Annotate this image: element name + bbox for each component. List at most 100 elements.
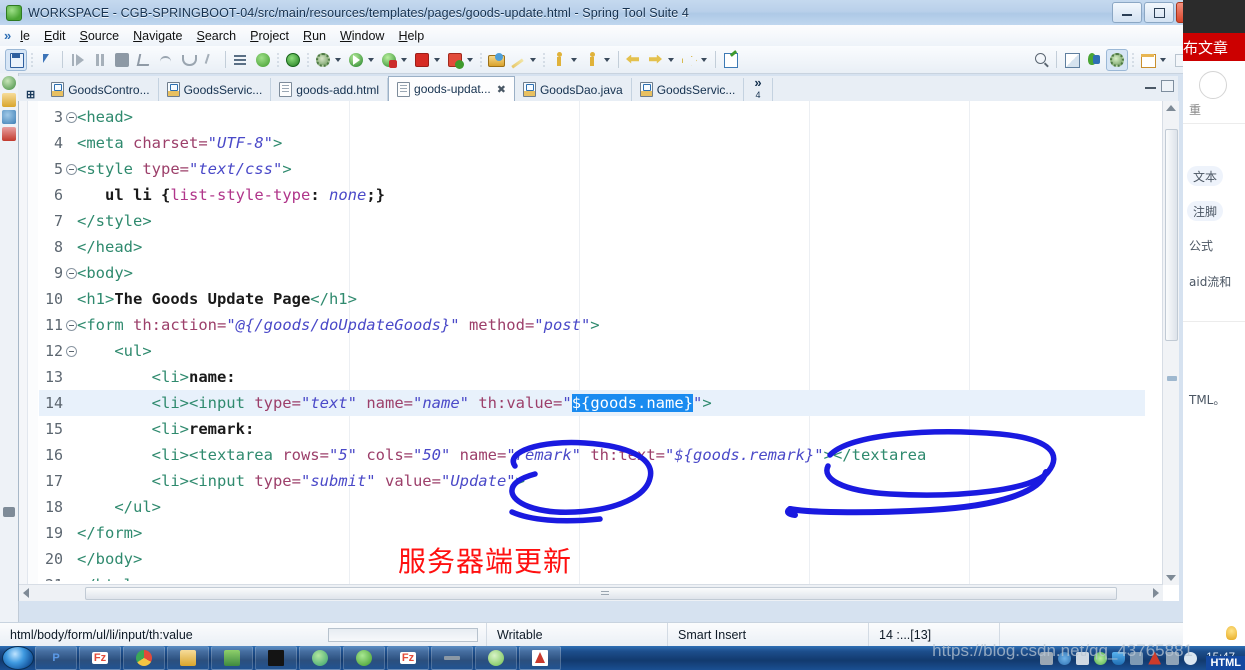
pencil-dropdown-icon[interactable] — [530, 57, 536, 62]
tab-overflow-button[interactable]: » 4 — [744, 76, 773, 101]
code-line-21[interactable]: 21 </html> — [39, 572, 1145, 581]
code-line-15[interactable]: 15 <li>remark: — [39, 416, 1145, 442]
code-line-20[interactable]: 20 </body> — [39, 546, 1145, 572]
overlay-publish-banner[interactable]: 布文章 — [1183, 33, 1245, 61]
next-arrow-icon[interactable] — [679, 50, 699, 70]
step-over-icon[interactable] — [156, 50, 176, 70]
person2-icon[interactable] — [582, 50, 602, 70]
editor-view-controls[interactable] — [1145, 80, 1174, 92]
vertical-scroll-thumb[interactable] — [1165, 129, 1178, 341]
forward-arrow-icon[interactable] — [646, 50, 666, 70]
taskbar-item-phpstorm[interactable]: P — [35, 646, 77, 670]
taskbar-item-sts[interactable] — [343, 646, 385, 670]
stop-icon[interactable] — [112, 50, 132, 70]
step-into-icon[interactable] — [134, 50, 154, 70]
stop-red-icon[interactable] — [412, 50, 432, 70]
code-line-6[interactable]: 6 ul li {list-style-type: none;} — [39, 182, 1145, 208]
task-icon[interactable] — [231, 50, 251, 70]
gear-dropdown-icon[interactable] — [335, 57, 341, 62]
menu-file[interactable]: le — [13, 28, 37, 44]
menu-overflow-icon[interactable]: » — [0, 28, 13, 43]
folder-icon[interactable] — [486, 50, 506, 70]
scroll-down-icon[interactable] — [1166, 575, 1176, 581]
tab-goods-controller[interactable]: GoodsContro... — [43, 78, 159, 101]
fold-toggle-icon[interactable] — [66, 268, 77, 279]
scroll-left-icon[interactable] — [23, 588, 29, 598]
taskbar-item-filezilla-2[interactable]: Fz — [387, 646, 429, 670]
code-line-10[interactable]: 10 <h1>The Goods Update Page</h1> — [39, 286, 1145, 312]
code-line-18[interactable]: 18 </ul> — [39, 494, 1145, 520]
menu-window[interactable]: Window — [333, 28, 391, 44]
web-perspective-icon[interactable] — [1106, 48, 1128, 71]
overlay-pill-flowchart[interactable]: aid流和 — [1189, 273, 1231, 290]
maximize-editor-icon[interactable] — [1161, 80, 1174, 92]
run-dropdown-icon[interactable] — [368, 57, 374, 62]
taskbar-item-editor[interactable] — [299, 646, 341, 670]
code-lines[interactable]: 3 <head> 4 <meta charset="UTF-8"> 5 <style ty… — [39, 104, 1145, 581]
menu-help[interactable]: Help — [391, 28, 431, 44]
taskbar-item-console[interactable] — [255, 646, 297, 670]
window-dropdown-icon[interactable] — [1160, 57, 1166, 62]
taskbar-item-chrome[interactable] — [123, 646, 165, 670]
tab-goods-add-html[interactable]: goods-add.html — [271, 78, 389, 101]
new-editor-icon[interactable] — [721, 49, 741, 70]
boot-dash-icon-left[interactable] — [2, 127, 16, 141]
tab-goods-service-2[interactable]: GoodsServic... — [632, 78, 745, 101]
overlay-pill-text[interactable]: 文本 — [1187, 166, 1224, 186]
menu-project[interactable]: Project — [243, 28, 296, 44]
editor-folding-ruler[interactable] — [28, 101, 38, 601]
profile-dropdown-icon[interactable] — [467, 57, 473, 62]
taskbar-item-green[interactable] — [475, 646, 517, 670]
person2-dropdown-icon[interactable] — [604, 57, 610, 62]
editor-tab-bar[interactable]: ⊞ GoodsContro... GoodsServic... goods-ad… — [18, 76, 1178, 102]
main-toolbar[interactable] — [0, 46, 1210, 74]
spring-leaf-icon[interactable] — [253, 50, 273, 70]
menu-run[interactable]: Run — [296, 28, 333, 44]
minimize-button[interactable] — [1112, 2, 1142, 23]
code-line-13[interactable]: 13 <li>name: — [39, 364, 1145, 390]
fold-toggle-icon[interactable] — [66, 164, 77, 175]
suspend-icon[interactable] — [90, 50, 110, 70]
menu-navigate[interactable]: Navigate — [126, 28, 189, 44]
gear-icon-left[interactable] — [2, 76, 16, 90]
debug-bug-icon[interactable] — [379, 50, 399, 70]
pointer-icon[interactable] — [37, 50, 57, 70]
tab-pin-icon[interactable]: ⊞ — [18, 88, 43, 101]
code-line-12[interactable]: 12 <ul> — [39, 338, 1145, 364]
fold-toggle-icon[interactable] — [66, 112, 77, 123]
run-green-icon[interactable] — [346, 50, 366, 70]
minimize-editor-icon[interactable] — [1145, 80, 1156, 89]
editor-vertical-scrollbar[interactable] — [1162, 101, 1179, 585]
code-line-4[interactable]: 4 <meta charset="UTF-8"> — [39, 130, 1145, 156]
close-icon[interactable]: ✖ — [497, 83, 506, 96]
menu-search[interactable]: Search — [189, 28, 243, 44]
code-line-8[interactable]: 8 </head> — [39, 234, 1145, 260]
code-line-19[interactable]: 19 </form> — [39, 520, 1145, 546]
horizontal-scroll-thumb[interactable] — [85, 587, 1117, 600]
start-orb-icon[interactable] — [2, 646, 34, 670]
dashboard-icon[interactable] — [283, 50, 303, 70]
back-arrow-icon[interactable] — [624, 50, 644, 70]
editor-horizontal-scrollbar[interactable] — [19, 584, 1163, 601]
menu-edit[interactable]: Edit — [37, 28, 73, 44]
taskbar-item-filezilla[interactable]: Fz — [79, 646, 121, 670]
code-line-17[interactable]: 17 <li><input type="submit" value="Updat… — [39, 468, 1145, 494]
person-dropdown-icon[interactable] — [571, 57, 577, 62]
overview-marker[interactable] — [1167, 376, 1177, 381]
scroll-up-icon[interactable] — [1166, 105, 1176, 111]
code-editor[interactable]: 3 <head> 4 <meta charset="UTF-8"> 5 <style ty… — [18, 101, 1179, 601]
code-line-9[interactable]: 9 <body> — [39, 260, 1145, 286]
fold-toggle-icon[interactable] — [66, 320, 77, 331]
resume-icon[interactable] — [68, 50, 88, 70]
taskbar-item-pdf[interactable] — [519, 646, 561, 670]
code-line-16[interactable]: 16 <li><textarea rows="5" cols="50" name… — [39, 442, 1145, 468]
background-blog-editor-overlay[interactable]: 布文章 重 文本 注脚 公式 aid流和 TML。 — [1183, 0, 1245, 670]
tab-goods-dao-java[interactable]: GoodsDao.java — [515, 78, 632, 101]
nav-dropdown-icon[interactable] — [668, 57, 674, 62]
restore-button[interactable] — [1144, 2, 1174, 23]
servers-icon-left[interactable] — [2, 110, 16, 124]
save-icon[interactable] — [5, 48, 27, 71]
taskbar-item-notes[interactable] — [211, 646, 253, 670]
code-line-14[interactable]: 14 <li><input type="text" name="name" th… — [39, 390, 1145, 416]
overlay-pill-footnote[interactable]: 注脚 — [1187, 201, 1224, 221]
